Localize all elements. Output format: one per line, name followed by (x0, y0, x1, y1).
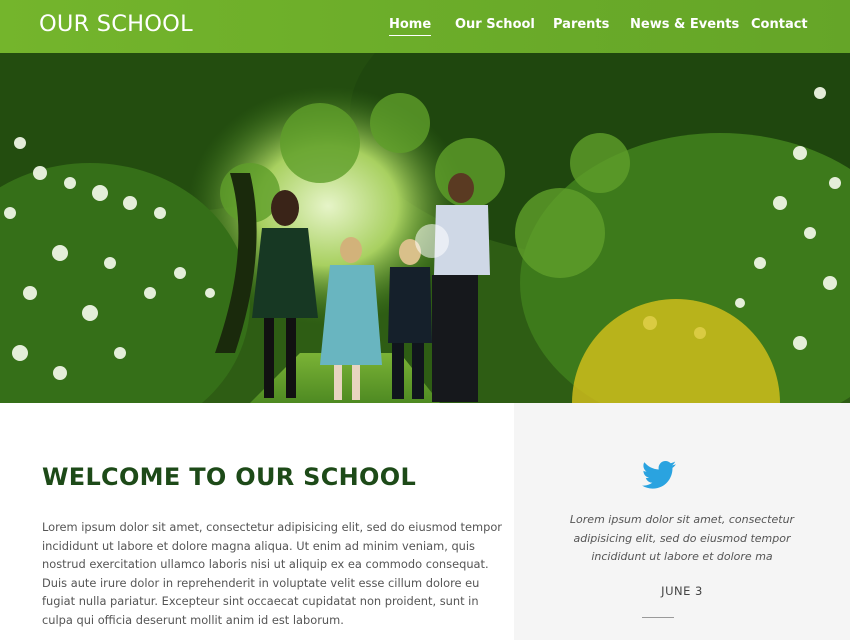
tweet-text-line: Lorem ipsum dolor sit amet, consectetur (569, 513, 795, 526)
welcome-title: WELCOME TO OUR SCHOOL (42, 463, 417, 491)
tweet-panel: Lorem ipsum dolor sit amet, consectetur … (514, 403, 850, 640)
welcome-body-line: culpa qui officia deserunt mollit anim i… (42, 612, 344, 627)
nav-contact[interactable]: Contact (751, 17, 808, 32)
tweet-text-line: incididunt ut labore et dolore ma (591, 550, 773, 563)
nav-home[interactable]: Home (389, 17, 432, 36)
divider (642, 617, 674, 618)
welcome-body-line: incididunt ut labore et dolore magna ali… (42, 538, 475, 553)
welcome-body-line: Lorem ipsum dolor sit amet, consectetur … (42, 520, 502, 534)
hero-image (0, 53, 850, 403)
main-nav: Home Our School Parents News & Events Co… (0, 17, 850, 41)
welcome-body-line: fugiat nulla pariatur. Excepteur sint oc… (42, 594, 479, 609)
site-header: OUR SCHOOL Home Our School Parents News … (0, 0, 850, 53)
nav-news-events[interactable]: News & Events (630, 17, 739, 32)
hero-photo (0, 53, 850, 403)
welcome-body-line: nostrud exercitation ullamco laboris nis… (42, 557, 489, 572)
tweet-text: Lorem ipsum dolor sit amet, consectetur … (514, 511, 850, 567)
twitter-bird-icon[interactable] (642, 460, 676, 490)
welcome-body: Lorem ipsum dolor sit amet, consectetur … (42, 518, 502, 630)
nav-our-school[interactable]: Our School (455, 17, 535, 32)
tweet-text-line: adipisicing elit, sed do eiusmod tempor (573, 531, 791, 545)
nav-parents[interactable]: Parents (553, 17, 609, 32)
welcome-body-line: Duis aute irure dolor in reprehenderit i… (42, 575, 480, 590)
tweet-date: JUNE 3 (661, 584, 703, 598)
welcome-section: WELCOME TO OUR SCHOOL Lorem ipsum dolor … (0, 403, 514, 640)
